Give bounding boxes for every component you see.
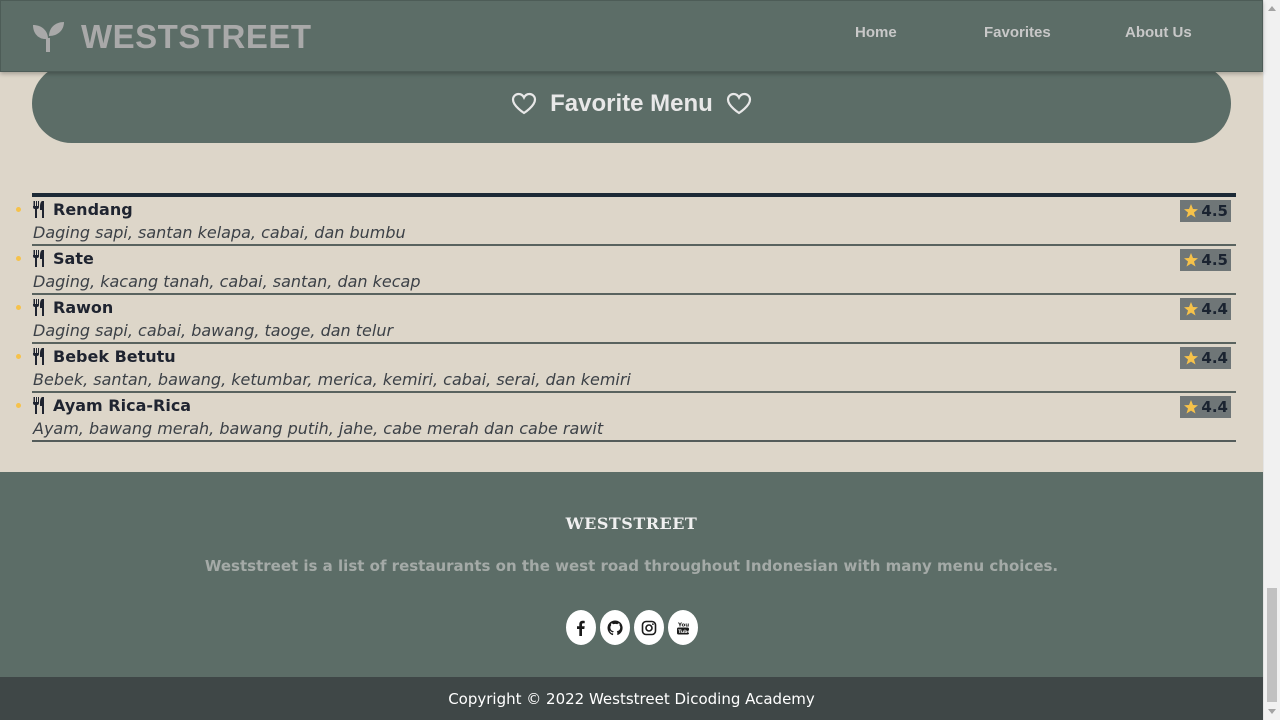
scroll-up-button[interactable] [1264, 0, 1280, 17]
brand-name: WESTSTREET [81, 18, 312, 55]
menu-item-ingredients: Ayam, bawang merah, bawang putih, jahe, … [33, 419, 604, 438]
github-link[interactable] [600, 610, 630, 645]
menu-item-name: Sate [53, 249, 94, 268]
leaf-icon [33, 22, 64, 52]
utensils-icon [33, 348, 44, 365]
list-bullet [16, 354, 21, 359]
heart-icon [726, 92, 751, 114]
favorite-menu-banner: Favorite Menu [32, 64, 1231, 143]
star-icon [1184, 351, 1198, 365]
instagram-icon [641, 620, 657, 635]
youtube-icon: YouTube [677, 622, 691, 635]
social-links: You Tube [566, 610, 702, 645]
rating-value: 4.4 [1201, 349, 1228, 367]
nav-favorites-link[interactable]: Favorites [984, 24, 1051, 41]
star-icon [1184, 204, 1198, 218]
svg-text:Tube: Tube [678, 629, 690, 635]
rating-value: 4.5 [1201, 202, 1228, 220]
page-title: Favorite Menu [550, 89, 713, 117]
list-bullet [16, 403, 21, 408]
menu-item-name: Ayam Rica-Rica [53, 396, 192, 415]
facebook-icon [577, 620, 585, 636]
menu-item-ingredients: Daging sapi, santan kelapa, cabai, dan b… [33, 223, 406, 242]
rating-badge: 4.5 [1180, 249, 1231, 271]
copyright-text: Copyright © 2022 Weststreet Dicoding Aca… [448, 689, 815, 708]
chevron-up-icon [1268, 6, 1276, 11]
nav-about-link[interactable]: About Us [1125, 24, 1192, 41]
list-bullet [16, 256, 21, 261]
utensils-icon [33, 299, 44, 316]
list-bullet [16, 305, 21, 310]
instagram-link[interactable] [634, 610, 664, 645]
facebook-link[interactable] [566, 610, 596, 645]
menu-list-item[interactable]: Rendang Daging sapi, santan kelapa, caba… [16, 197, 1236, 246]
menu-list-item[interactable]: Sate Daging, kacang tanah, cabai, santan… [16, 246, 1236, 295]
list-bullet [16, 207, 21, 212]
utensils-icon [33, 250, 44, 267]
youtube-link[interactable]: You Tube [668, 610, 698, 645]
menu-item-name: Rawon [53, 298, 114, 317]
rating-value: 4.4 [1201, 300, 1228, 318]
favorite-menu-list: Rendang Daging sapi, santan kelapa, caba… [16, 193, 1236, 442]
github-icon [607, 619, 623, 635]
menu-item-ingredients: Daging sapi, cabai, bawang, taoge, dan t… [33, 321, 394, 340]
rating-value: 4.4 [1201, 398, 1228, 416]
heart-icon [512, 92, 537, 114]
menu-list-item[interactable]: Rawon Daging sapi, cabai, bawang, taoge,… [16, 295, 1236, 344]
footer-title: WESTSTREET [565, 514, 698, 533]
rating-badge: 4.4 [1180, 396, 1231, 418]
rating-value: 4.5 [1201, 251, 1228, 269]
top-navbar: WESTSTREET Home Favorites About Us [0, 0, 1263, 72]
utensils-icon [33, 201, 44, 218]
scroll-down-button[interactable] [1264, 703, 1280, 720]
menu-item-name: Bebek Betutu [53, 347, 176, 366]
menu-item-ingredients: Daging, kacang tanah, cabai, santan, dan… [33, 272, 421, 291]
menu-item-name: Rendang [53, 200, 133, 219]
star-icon [1184, 400, 1198, 414]
star-icon [1184, 302, 1198, 316]
star-icon [1184, 253, 1198, 267]
page-scrollbar[interactable] [1263, 0, 1280, 720]
scrollbar-thumb[interactable] [1267, 588, 1277, 702]
rating-badge: 4.5 [1180, 200, 1231, 222]
footer: WESTSTREET Weststreet is a list of resta… [0, 472, 1263, 677]
utensils-icon [33, 397, 44, 414]
copyright-bar: Copyright © 2022 Weststreet Dicoding Aca… [0, 677, 1263, 720]
menu-list-item[interactable]: Bebek Betutu Bebek, santan, bawang, ketu… [16, 344, 1236, 393]
nav-home-link[interactable]: Home [855, 24, 897, 41]
chevron-down-icon [1268, 709, 1276, 714]
footer-description: Weststreet is a list of restaurants on t… [204, 557, 1059, 575]
menu-item-ingredients: Bebek, santan, bawang, ketumbar, merica,… [33, 370, 631, 389]
rating-badge: 4.4 [1180, 298, 1231, 320]
brand[interactable]: WESTSTREET [31, 18, 312, 56]
menu-list-item[interactable]: Ayam Rica-Rica Ayam, bawang merah, bawan… [16, 393, 1236, 442]
rating-badge: 4.4 [1180, 347, 1231, 369]
